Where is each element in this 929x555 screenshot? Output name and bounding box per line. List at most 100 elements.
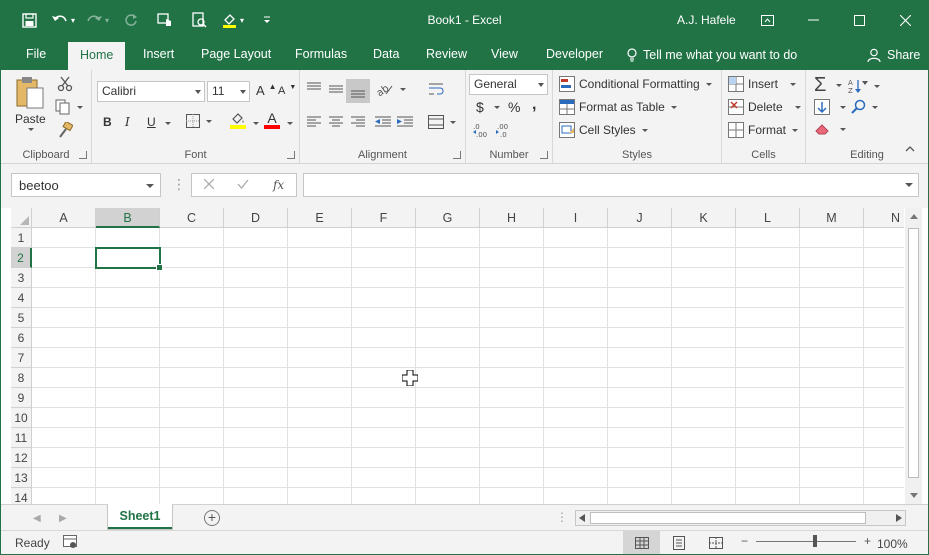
merge-center-icon[interactable]	[428, 115, 456, 129]
tab-view[interactable]: View	[479, 39, 530, 70]
row-header[interactable]: 3	[11, 268, 32, 288]
expand-formula-bar-icon[interactable]	[905, 183, 913, 187]
number-format-select[interactable]: General	[469, 74, 548, 95]
scroll-up-icon[interactable]	[910, 214, 918, 219]
decrease-decimal-icon[interactable]: .00.0	[495, 122, 511, 138]
zoom-slider[interactable]: − +	[741, 534, 871, 548]
underline-dropdown-icon[interactable]	[165, 122, 171, 125]
tab-page-layout[interactable]: Page Layout	[189, 39, 283, 70]
sort-filter-icon[interactable]: AZ	[848, 78, 880, 94]
sheet-tab-sheet1[interactable]: Sheet1	[107, 504, 173, 530]
wrap-text-icon[interactable]	[428, 82, 444, 96]
column-header[interactable]: G	[416, 208, 480, 228]
column-header[interactable]: K	[672, 208, 736, 228]
user-name[interactable]: A.J. Hafele	[677, 13, 736, 27]
tab-developer[interactable]: Developer	[534, 39, 615, 70]
row-header[interactable]: 14	[11, 488, 32, 504]
vertical-scroll-thumb[interactable]	[908, 228, 919, 478]
grow-font-icon[interactable]: A ▲	[256, 82, 277, 98]
tab-formulas[interactable]: Formulas	[283, 39, 359, 70]
align-left-icon[interactable]	[306, 116, 322, 128]
scroll-left-icon[interactable]	[579, 514, 585, 522]
row-header[interactable]: 8	[11, 368, 32, 388]
close-icon[interactable]	[882, 1, 928, 39]
paste-button[interactable]: Paste	[15, 76, 46, 131]
row-header[interactable]: 13	[11, 468, 32, 488]
formula-bar-grip-icon[interactable]: ⋮	[172, 176, 186, 193]
middle-align-icon[interactable]	[328, 82, 344, 96]
scroll-down-icon[interactable]	[910, 493, 918, 498]
column-header[interactable]: H	[480, 208, 544, 228]
ribbon-display-options-icon[interactable]	[744, 1, 790, 39]
row-header[interactable]: 5	[11, 308, 32, 328]
conditional-formatting-button[interactable]: Conditional Formatting	[559, 76, 712, 92]
row-header[interactable]: 10	[11, 408, 32, 428]
column-header[interactable]: E	[288, 208, 352, 228]
normal-view-icon[interactable]	[623, 531, 660, 554]
minimize-icon[interactable]	[790, 1, 836, 39]
column-header[interactable]: F	[352, 208, 416, 228]
tab-home[interactable]: Home	[68, 42, 126, 70]
row-header[interactable]: 11	[11, 428, 32, 448]
active-cell[interactable]	[95, 247, 163, 271]
decrease-indent-icon[interactable]	[374, 116, 392, 128]
horizontal-scrollbar[interactable]	[575, 510, 906, 526]
page-layout-view-icon[interactable]	[660, 531, 697, 554]
increase-decimal-icon[interactable]: .0.00	[473, 122, 489, 138]
number-launcher-icon[interactable]	[540, 151, 548, 159]
clear-icon[interactable]	[814, 122, 846, 136]
zoom-level[interactable]: 100%	[877, 537, 908, 551]
column-header[interactable]: J	[608, 208, 672, 228]
cut-icon[interactable]	[57, 76, 73, 92]
prev-sheet-icon[interactable]: ◀	[33, 513, 41, 524]
alignment-launcher-icon[interactable]	[453, 151, 461, 159]
select-all-button[interactable]	[11, 208, 32, 228]
add-sheet-icon[interactable]: +	[204, 510, 220, 526]
column-header[interactable]: D	[224, 208, 288, 228]
tab-data[interactable]: Data	[361, 39, 411, 70]
copy-icon[interactable]	[55, 99, 83, 115]
macro-recording-icon[interactable]	[63, 535, 77, 552]
row-header[interactable]: 6	[11, 328, 32, 348]
zoom-knob[interactable]	[813, 534, 818, 547]
column-header-selected[interactable]: B	[96, 208, 160, 228]
zoom-out-icon[interactable]: −	[741, 534, 748, 548]
vertical-scrollbar[interactable]	[905, 208, 922, 504]
column-header[interactable]: L	[736, 208, 800, 228]
next-sheet-icon[interactable]: ▶	[59, 513, 67, 524]
share-button[interactable]: Share	[867, 48, 920, 62]
name-box-dropdown-icon[interactable]	[146, 184, 154, 188]
zoom-in-icon[interactable]: +	[864, 534, 871, 548]
row-header[interactable]: 12	[11, 448, 32, 468]
shrink-font-icon[interactable]: A ▼	[278, 84, 296, 98]
fill-down-icon[interactable]	[814, 99, 846, 115]
zoom-track[interactable]	[756, 534, 857, 547]
clipboard-launcher-icon[interactable]	[79, 151, 87, 159]
tab-insert[interactable]: Insert	[131, 39, 186, 70]
row-header[interactable]: 1	[11, 228, 32, 248]
font-launcher-icon[interactable]	[287, 151, 295, 159]
top-align-icon[interactable]	[306, 82, 322, 94]
delete-cells-button[interactable]: Delete	[728, 99, 801, 115]
align-center-icon[interactable]	[328, 116, 344, 128]
increase-indent-icon[interactable]	[396, 116, 414, 128]
column-header[interactable]: M	[800, 208, 864, 228]
currency-button[interactable]: $	[476, 99, 500, 115]
font-color-dropdown-icon[interactable]	[287, 122, 293, 125]
bottom-align-icon[interactable]	[346, 79, 370, 103]
horizontal-scroll-thumb[interactable]	[590, 512, 866, 524]
row-header[interactable]: 4	[11, 288, 32, 308]
orientation-icon[interactable]: ab	[376, 82, 406, 96]
format-painter-icon[interactable]	[57, 122, 73, 138]
tab-review[interactable]: Review	[414, 39, 479, 70]
font-name-select[interactable]: Calibri	[97, 81, 205, 102]
column-header[interactable]: C	[160, 208, 224, 228]
cell-styles-button[interactable]: Cell Styles	[559, 122, 648, 138]
row-header[interactable]: 7	[11, 348, 32, 368]
align-right-icon[interactable]	[350, 116, 366, 128]
insert-function-button[interactable]: fx	[273, 178, 284, 192]
underline-button[interactable]: U	[147, 115, 156, 129]
name-box[interactable]: beetoo	[11, 173, 161, 197]
percent-button[interactable]: %	[508, 99, 520, 115]
maximize-icon[interactable]	[836, 1, 882, 39]
